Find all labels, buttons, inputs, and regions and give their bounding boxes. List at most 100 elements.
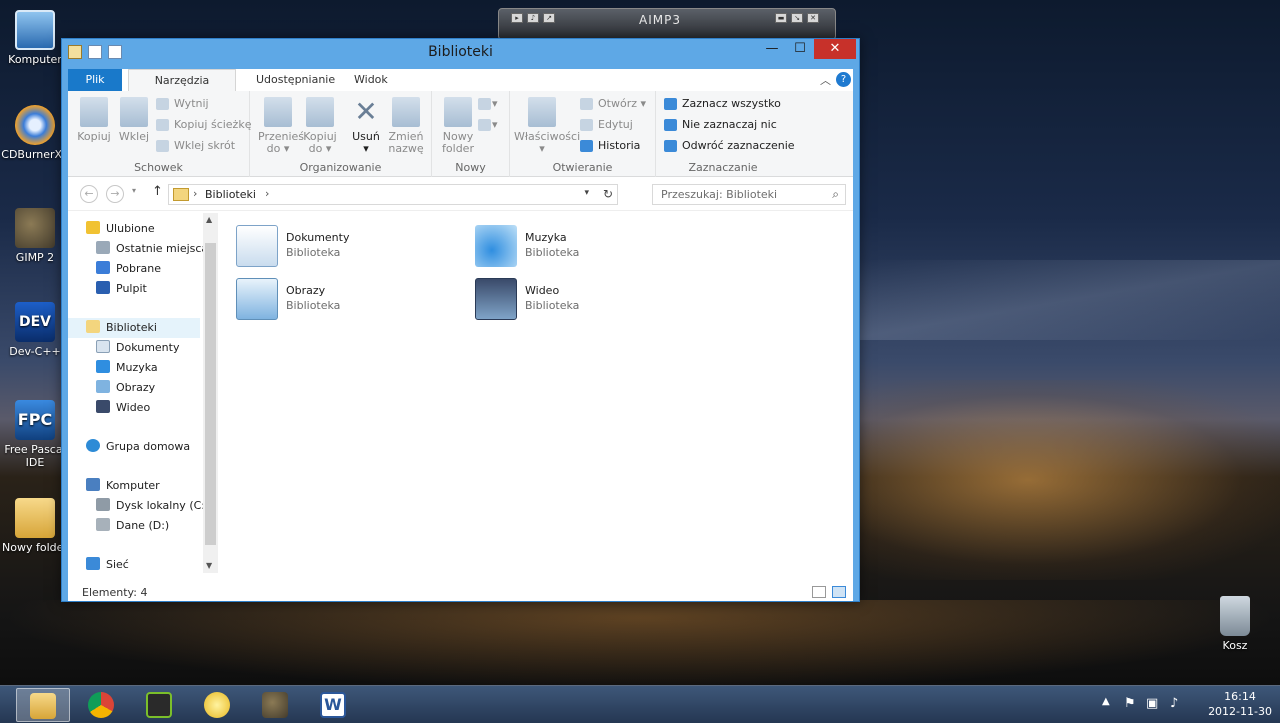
library-tile-obrazy[interactable]: Obrazy Biblioteka bbox=[236, 278, 456, 322]
group-organizowanie: Przenieś do ▾ Kopiuj do ▾ ✕ Usuń ▾ Zmień nazw… bbox=[250, 91, 432, 177]
taskbar-explorer[interactable] bbox=[16, 688, 70, 722]
chevron-right-icon[interactable]: › bbox=[265, 187, 269, 200]
desktop-icon-recycle-bin[interactable]: Kosz bbox=[1200, 596, 1270, 652]
chevron-down-icon[interactable]: ▾ bbox=[584, 188, 589, 198]
rename-button[interactable]: Zmień nazwę bbox=[386, 97, 426, 155]
network-icon[interactable]: ▣ bbox=[1146, 696, 1158, 711]
scroll-up-icon[interactable]: ▲ bbox=[206, 215, 212, 224]
nav-item-wideo[interactable]: Wideo bbox=[96, 398, 150, 418]
copy-to-button[interactable]: Kopiuj do ▾ bbox=[300, 97, 340, 155]
copy-button[interactable]: Kopiuj bbox=[74, 97, 114, 143]
copy-path-button[interactable]: Kopiuj ścieżkę bbox=[156, 116, 251, 134]
library-tile-muzyka[interactable]: Muzyka Biblioteka bbox=[475, 225, 695, 269]
easy-access-button[interactable]: ▾ bbox=[478, 116, 498, 134]
taskbar-chrome[interactable] bbox=[74, 688, 128, 722]
history-button[interactable]: Historia bbox=[580, 137, 640, 155]
documents-library-icon bbox=[236, 225, 278, 267]
nav-item-grupa-domowa[interactable]: Grupa domowa bbox=[86, 437, 190, 457]
open-button[interactable]: Otwórz ▾ bbox=[580, 95, 646, 113]
details-view-icon[interactable] bbox=[812, 586, 826, 598]
aimp-menu-button[interactable]: ▸ bbox=[511, 13, 523, 23]
library-tile-dokumenty[interactable]: Dokumenty Biblioteka bbox=[236, 225, 456, 269]
new-folder-button[interactable]: Nowy folder bbox=[438, 97, 478, 155]
forward-button[interactable]: → bbox=[106, 185, 124, 203]
aimp-settings-button[interactable]: ↘ bbox=[791, 13, 803, 23]
taskbar-tips[interactable] bbox=[190, 688, 244, 722]
aimp-icon bbox=[146, 692, 172, 718]
library-tile-wideo[interactable]: Wideo Biblioteka bbox=[475, 278, 695, 322]
show-hidden-icons-icon[interactable]: ▲ bbox=[1102, 696, 1110, 707]
move-to-button[interactable]: Przenieś do ▾ bbox=[258, 97, 304, 155]
aimp-close-button[interactable]: ✕ bbox=[807, 13, 819, 23]
search-input[interactable]: Przeszukaj: Biblioteki ⌕ bbox=[652, 184, 846, 205]
address-path[interactable]: Biblioteki bbox=[205, 188, 256, 201]
scroll-thumb[interactable] bbox=[205, 243, 216, 545]
help-icon[interactable]: ? bbox=[836, 72, 851, 87]
paste-button[interactable]: Wklej bbox=[114, 97, 154, 143]
ribbon-collapse-icon[interactable]: ︿ bbox=[820, 72, 831, 88]
taskbar-aimp[interactable] bbox=[132, 688, 186, 722]
tab-udostepnianie[interactable]: Udostępnianie bbox=[246, 69, 345, 91]
aimp-player[interactable]: ▸ ♪ ↗ AIMP3 ▬ ↘ ✕ bbox=[498, 8, 836, 40]
recent-locations-icon[interactable]: ▾ bbox=[132, 186, 136, 195]
aimp-eq-button[interactable]: ♪ bbox=[527, 13, 539, 23]
edit-button[interactable]: Edytuj bbox=[580, 116, 633, 134]
desktop-icon-gimp[interactable]: GIMP 2 bbox=[0, 208, 70, 264]
nav-item-ostatnie-miejsca[interactable]: Ostatnie miejsca bbox=[96, 239, 208, 259]
select-none-button[interactable]: Nie zaznaczaj nic bbox=[664, 116, 777, 134]
nav-item-dokumenty[interactable]: Dokumenty bbox=[96, 338, 179, 358]
tab-plik[interactable]: Plik bbox=[68, 69, 122, 91]
chevron-right-icon[interactable]: › bbox=[193, 187, 197, 200]
select-all-button[interactable]: Zaznacz wszystko bbox=[664, 95, 781, 113]
nav-item-biblioteki[interactable]: Biblioteki bbox=[68, 318, 200, 338]
tab-narzedzia-glowne[interactable]: Narzędzia główne bbox=[128, 69, 236, 109]
invert-selection-button[interactable]: Odwróć zaznaczenie bbox=[664, 137, 795, 155]
nav-item-obrazy[interactable]: Obrazy bbox=[96, 378, 155, 398]
desktop-icon-komputer[interactable]: Komputer bbox=[0, 10, 70, 66]
chrome-icon bbox=[88, 692, 114, 718]
desktop-icon-free-pascal[interactable]: FPC Free Pascal IDE bbox=[0, 400, 70, 469]
up-button[interactable]: ↑ bbox=[152, 184, 163, 199]
new-item-button[interactable]: ▾ bbox=[478, 95, 498, 113]
aimp-pin-button[interactable]: ↗ bbox=[543, 13, 555, 23]
search-icon[interactable]: ⌕ bbox=[832, 187, 839, 202]
aimp-minimize-button[interactable]: ▬ bbox=[775, 13, 787, 23]
close-button[interactable]: ✕ bbox=[814, 39, 856, 59]
nav-item-komputer[interactable]: Komputer bbox=[86, 476, 160, 496]
nav-item-dane-d[interactable]: Dane (D:) bbox=[96, 516, 169, 536]
delete-button[interactable]: ✕ Usuń ▾ bbox=[346, 97, 386, 155]
maximize-button[interactable]: ☐ bbox=[786, 39, 814, 59]
taskbar-gimp[interactable] bbox=[248, 688, 302, 722]
volume-icon[interactable]: ♪ bbox=[1170, 696, 1178, 711]
properties-button[interactable]: Właściwości ▾ bbox=[514, 97, 580, 155]
taskbar-word[interactable]: W bbox=[306, 688, 360, 722]
address-bar[interactable]: › Biblioteki › ▾ ↻ bbox=[168, 184, 618, 205]
wallpaper-clouds bbox=[860, 260, 1280, 340]
clock[interactable]: 16:14 2012-11-30 bbox=[1208, 689, 1272, 719]
nav-item-dysk-c[interactable]: Dysk lokalny (C:) bbox=[96, 496, 209, 516]
cut-button[interactable]: Wytnij bbox=[156, 95, 209, 113]
desktop-icon-cdburnerxp[interactable]: CDBurnerXP bbox=[0, 105, 70, 161]
library-type: Biblioteka bbox=[525, 246, 580, 259]
title-bar[interactable]: Biblioteki — ☐ ✕ bbox=[62, 39, 859, 67]
refresh-icon[interactable]: ↻ bbox=[603, 187, 613, 201]
scroll-down-icon[interactable]: ▼ bbox=[206, 561, 212, 570]
nav-item-ulubione[interactable]: Ulubione bbox=[86, 219, 155, 239]
desktop-icon-label: Nowy folder bbox=[2, 541, 68, 554]
back-button[interactable]: ← bbox=[80, 185, 98, 203]
desktop-icon-nowy-folder[interactable]: Nowy folder bbox=[0, 498, 70, 554]
nav-item-muzyka[interactable]: Muzyka bbox=[96, 358, 158, 378]
paste-shortcut-button[interactable]: Wklej skrót bbox=[156, 137, 235, 155]
minimize-button[interactable]: — bbox=[758, 39, 786, 59]
action-center-flag-icon[interactable]: ⚑ bbox=[1124, 696, 1136, 711]
tab-widok[interactable]: Widok bbox=[344, 69, 398, 91]
explorer-window[interactable]: Biblioteki — ☐ ✕ Plik Narzędzia główne U… bbox=[61, 38, 860, 602]
nav-item-siec[interactable]: Sieć bbox=[86, 555, 129, 575]
nav-item-pulpit[interactable]: Pulpit bbox=[96, 279, 147, 299]
move-to-icon bbox=[264, 97, 292, 127]
nav-item-pobrane[interactable]: Pobrane bbox=[96, 259, 161, 279]
large-icons-view-icon[interactable] bbox=[832, 586, 846, 598]
gimp-icon bbox=[15, 208, 55, 248]
nav-scrollbar[interactable]: ▲ ▼ bbox=[203, 213, 218, 573]
desktop-icon-devcpp[interactable]: DEV Dev-C++ bbox=[0, 302, 70, 358]
